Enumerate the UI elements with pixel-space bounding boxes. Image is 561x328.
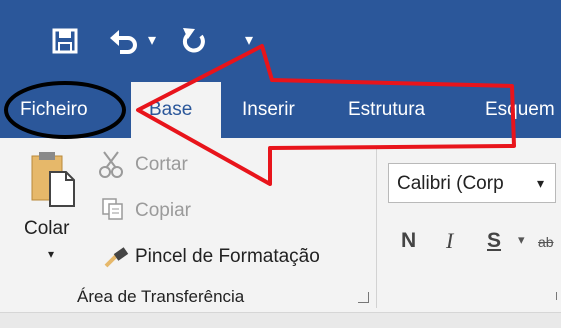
font-group-label-fragment (556, 292, 557, 300)
format-painter-label: Pincel de Formatação (135, 246, 320, 267)
scissors-icon (99, 151, 123, 178)
format-painter-button[interactable]: Pincel de Formatação (104, 242, 366, 272)
redo-icon (182, 28, 205, 53)
paste-dropdown-icon[interactable]: ▾ (48, 247, 54, 261)
tab-layout[interactable]: Esquem (485, 92, 555, 128)
dialog-launcher-icon[interactable] (358, 292, 369, 303)
clipboard-group-label: Área de Transferência (77, 287, 245, 306)
clipboard-paste-icon (31, 152, 75, 207)
tab-home[interactable]: Base (131, 82, 221, 138)
tab-design[interactable]: Estrutura (348, 92, 425, 128)
underline-button[interactable]: S (487, 229, 501, 253)
save-icon (52, 28, 78, 54)
undo-button[interactable] (108, 26, 140, 56)
copy-button[interactable]: Copiar (98, 196, 208, 226)
italic-button[interactable]: I (446, 228, 453, 254)
customize-qat-button[interactable]: ▾ (245, 30, 253, 50)
bold-button[interactable]: N (401, 229, 416, 253)
cut-label: Cortar (135, 154, 188, 175)
redo-button[interactable] (180, 26, 208, 56)
paste-label: Colar (24, 218, 70, 239)
document-area-strip (0, 312, 561, 328)
undo-dropdown[interactable]: ▾ (148, 30, 156, 50)
cut-button[interactable]: Cortar (98, 150, 208, 180)
paste-button[interactable]: Colar ▾ (24, 150, 80, 270)
title-bar (0, 0, 561, 82)
copy-label: Copiar (135, 200, 191, 221)
tab-insert[interactable]: Inserir (242, 92, 295, 128)
tab-file[interactable]: Ficheiro (20, 92, 88, 128)
font-name-combobox[interactable]: Calibri (Corp ▾ (388, 163, 556, 203)
font-name-value: Calibri (Corp (397, 173, 504, 194)
format-painter-icon (104, 247, 129, 268)
font-name-dropdown-icon[interactable]: ▾ (537, 175, 544, 192)
group-divider (376, 148, 377, 308)
undo-icon (110, 30, 137, 54)
strikethrough-button[interactable]: ab (538, 234, 554, 250)
copy-icon (102, 198, 123, 220)
save-button[interactable] (52, 28, 78, 54)
underline-dropdown-icon[interactable]: ▾ (518, 232, 525, 248)
